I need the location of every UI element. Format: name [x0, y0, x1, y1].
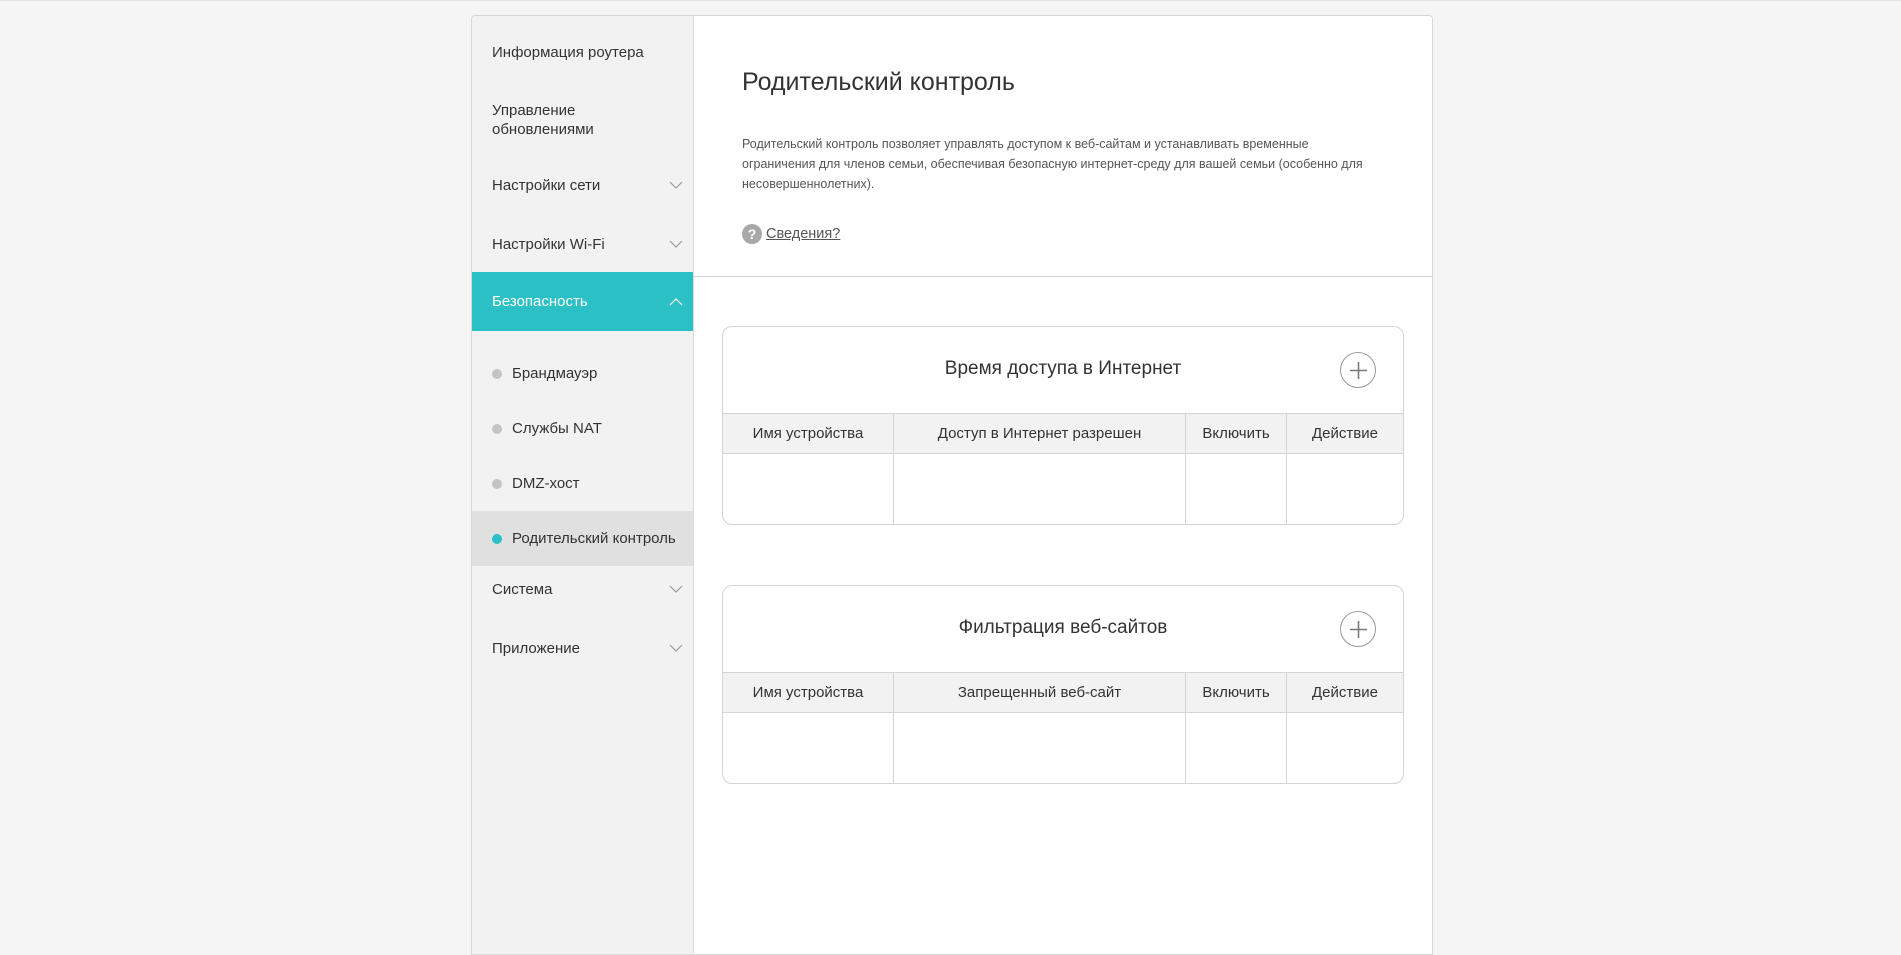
plus-icon [1350, 621, 1367, 638]
question-mark-icon[interactable]: ? [742, 224, 762, 244]
chevron-down-icon [669, 238, 683, 250]
column-divider [893, 413, 894, 524]
sidebar-item-application[interactable]: Приложение [472, 626, 693, 670]
add-button[interactable] [1340, 611, 1376, 647]
bullet-dot-icon [492, 368, 502, 379]
panel-title: Время доступа в Интернет [944, 358, 1182, 379]
page-description: Родительский контроль позволяет управлят… [742, 137, 1363, 191]
add-button[interactable] [1340, 352, 1376, 388]
sidebar-item-router-info[interactable]: Информация роутера [472, 30, 693, 74]
chevron-up-icon [669, 296, 683, 308]
column-header-action: Действие [1312, 425, 1378, 442]
sidebar-subitem-firewall[interactable]: Брандмауэр [472, 346, 693, 401]
table-header: Имя устройства Запрещенный веб-сайт Вклю… [723, 672, 1403, 713]
chevron-down-icon [669, 179, 683, 191]
chevron-down-icon [669, 642, 683, 654]
chevron-down-icon [669, 583, 683, 595]
panel-header: Время доступа в Интернет [723, 327, 1403, 413]
sidebar-subitem-nat-services[interactable]: Службы NAT [472, 401, 693, 456]
sidebar-item-label: Приложение [492, 639, 580, 657]
sidebar-item-label: Безопасность [492, 293, 588, 310]
plus-icon [1350, 362, 1367, 379]
column-header-device-name: Имя устройства [752, 684, 864, 701]
column-divider [1185, 413, 1186, 524]
column-divider [1286, 413, 1287, 524]
sidebar-item-update-management[interactable]: Управление обновлениями [472, 91, 693, 149]
column-divider [1185, 672, 1186, 783]
sidebar-subitem-label: Родительский контроль [512, 530, 676, 547]
main-content: Родительский контроль Родительский контр… [693, 16, 1432, 954]
column-header-blocked-website: Запрещенный веб-сайт [957, 684, 1122, 701]
sidebar-item-wifi-settings[interactable]: Настройки Wi-Fi [472, 222, 693, 266]
website-filtering-panel: Фильтрация веб-сайтов Имя устройства Зап… [722, 585, 1404, 784]
website-filter-table: Имя устройства Запрещенный веб-сайт Вклю… [723, 672, 1403, 783]
column-divider [1286, 672, 1287, 783]
sidebar-item-system[interactable]: Система [472, 567, 693, 611]
sidebar-subitem-parental-control[interactable]: Родительский контроль [472, 511, 693, 566]
page-title: Родительский контроль [742, 68, 1015, 96]
sidebar-item-network-settings[interactable]: Настройки сети [472, 163, 693, 207]
column-header-device-name: Имя устройства [752, 425, 864, 442]
sidebar-item-security[interactable]: Безопасность [472, 272, 693, 331]
sidebar-subitem-label: Службы NAT [512, 420, 602, 437]
sidebar-subitem-dmz-host[interactable]: DMZ-хост [472, 456, 693, 511]
table-header: Имя устройства Доступ в Интернет разреше… [723, 413, 1403, 454]
page-header: Родительский контроль Родительский контр… [693, 16, 1432, 277]
sidebar: Информация роутера Управление обновления… [472, 16, 694, 954]
sidebar-item-label: Система [492, 580, 553, 598]
panel-header: Фильтрация веб-сайтов [723, 586, 1403, 672]
internet-access-time-panel: Время доступа в Интернет Имя устройства … [722, 326, 1404, 525]
router-admin-window: Информация роутера Управление обновления… [471, 15, 1433, 955]
bullet-dot-icon [492, 423, 502, 434]
column-divider [893, 672, 894, 783]
panel-title: Фильтрация веб-сайтов [958, 617, 1168, 638]
sidebar-item-label: Настройки сети [492, 176, 601, 194]
access-time-table: Имя устройства Доступ в Интернет разреше… [723, 413, 1403, 524]
column-header-enable: Включить [1202, 684, 1270, 701]
sidebar-item-label: Управление обновлениями [492, 102, 594, 138]
help-link-group[interactable]: ? Сведения? [742, 224, 840, 244]
help-link[interactable]: Сведения? [766, 226, 840, 242]
bullet-dot-icon [492, 533, 502, 544]
column-header-access-allowed: Доступ в Интернет разрешен [937, 425, 1142, 442]
sidebar-item-label: Настройки Wi-Fi [492, 235, 605, 253]
top-border [0, 0, 1901, 1]
sidebar-item-label: Информация роутера [492, 43, 644, 61]
column-header-enable: Включить [1202, 425, 1270, 442]
bullet-dot-icon [492, 478, 502, 489]
column-header-action: Действие [1312, 684, 1378, 701]
sidebar-subitem-label: DMZ-хост [512, 475, 580, 492]
sidebar-subitem-label: Брандмауэр [512, 365, 598, 382]
